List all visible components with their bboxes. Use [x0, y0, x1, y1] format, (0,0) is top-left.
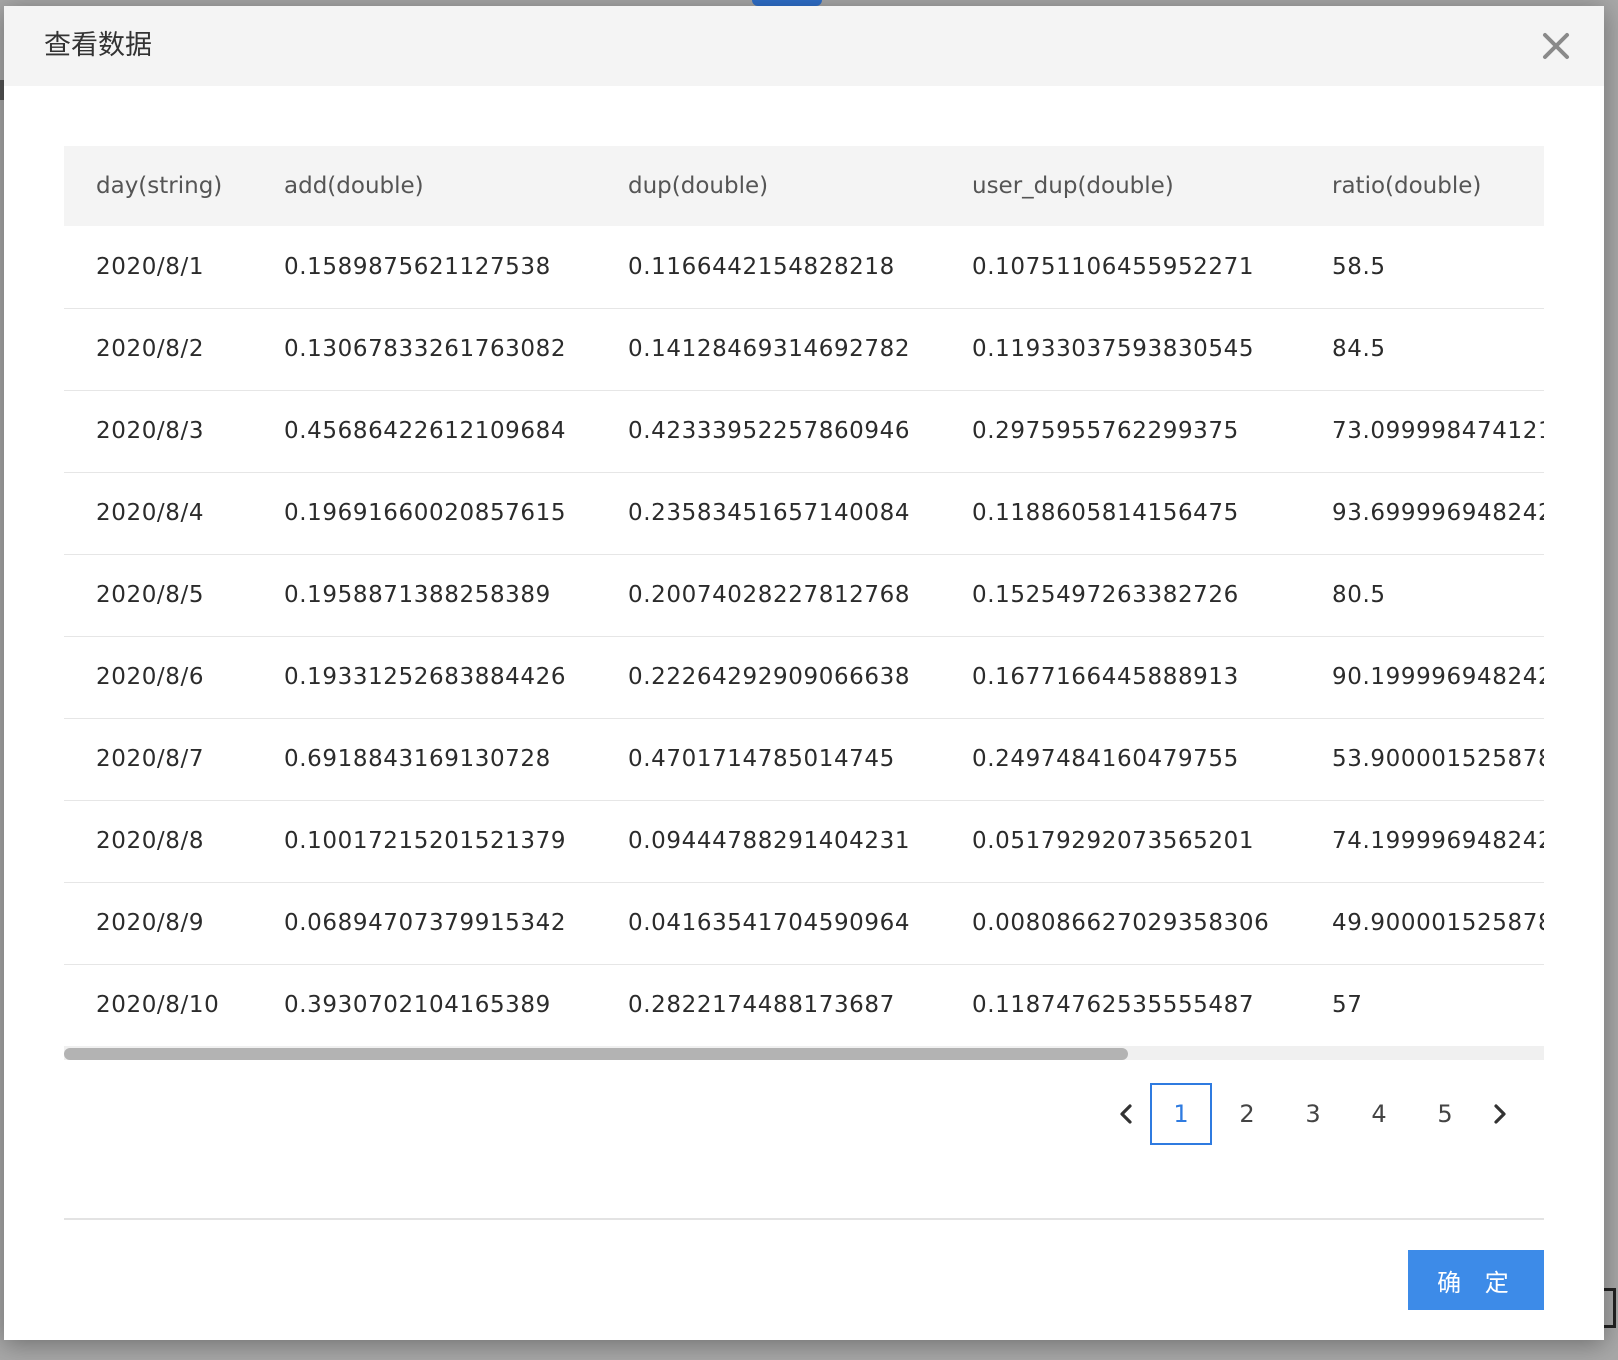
- chevron-left-icon: [1120, 1104, 1132, 1124]
- cell-day: 2020/8/1: [96, 253, 205, 280]
- cell-user-dup: 0.1677166445888913: [972, 664, 1239, 690]
- cell-user-dup: 0.11874762535555487: [972, 992, 1255, 1018]
- column-header-day: day(string): [96, 173, 223, 199]
- column-header-add: add(double): [284, 173, 424, 199]
- cell-dup: 0.22264292909066638: [628, 664, 911, 690]
- pagination: 1 2 3 4 5: [1104, 1082, 1522, 1146]
- cell-add: 0.19331252683884426: [284, 664, 567, 690]
- cell-add: 0.13067833261763082: [284, 336, 567, 362]
- column-header-ratio: ratio(double): [1332, 173, 1482, 199]
- confirm-button[interactable]: 确 定: [1408, 1250, 1544, 1310]
- table-row: 2020/8/1 0.1589875621127538 0.1166442154…: [64, 226, 1544, 308]
- close-button[interactable]: [1538, 28, 1574, 64]
- cell-day: 2020/8/8: [96, 828, 205, 854]
- table-header-row: day(string) add(double) dup(double) user…: [64, 146, 1544, 226]
- cell-dup: 0.04163541704590964: [628, 910, 911, 936]
- cell-day: 2020/8/5: [96, 582, 205, 608]
- cell-day: 2020/8/4: [96, 500, 205, 526]
- cell-dup: 0.4701714785014745: [628, 746, 895, 772]
- cell-ratio: 73.09999847412109: [1332, 418, 1544, 444]
- page-button-4[interactable]: 4: [1348, 1083, 1410, 1145]
- background-bracket: [1603, 1288, 1616, 1328]
- page-button-2[interactable]: 2: [1216, 1083, 1278, 1145]
- cell-user-dup: 0.05179292073565201: [972, 828, 1255, 854]
- page-button-1[interactable]: 1: [1150, 1083, 1212, 1145]
- modal-title: 查看数据: [44, 30, 152, 61]
- cell-ratio: 74.19999694824219: [1332, 828, 1544, 854]
- page-button-5[interactable]: 5: [1414, 1083, 1476, 1145]
- cell-add: 0.1958871388258389: [284, 582, 551, 608]
- cell-day: 2020/8/2: [96, 336, 205, 362]
- cell-dup: 0.23583451657140084: [628, 500, 911, 526]
- view-data-modal: 查看数据 day(string) add(double) dup(double)…: [4, 6, 1604, 1340]
- cell-ratio: 84.5: [1332, 336, 1386, 362]
- cell-user-dup: 0.10751106455952271: [972, 253, 1255, 280]
- table-row: 2020/8/3 0.45686422612109684 0.423339522…: [64, 390, 1544, 472]
- cell-dup: 0.1166442154828218: [628, 253, 895, 280]
- cell-ratio: 57: [1332, 992, 1363, 1018]
- cell-day: 2020/8/6: [96, 664, 205, 690]
- modal-header: 查看数据: [4, 6, 1604, 86]
- cell-add: 0.06894707379915342: [284, 910, 567, 936]
- cell-dup: 0.09444788291404231: [628, 828, 911, 854]
- cell-day: 2020/8/7: [96, 746, 205, 772]
- horizontal-scrollbar-thumb[interactable]: [64, 1048, 1128, 1060]
- cell-user-dup: 0.008086627029358306: [972, 910, 1270, 936]
- table-row: 2020/8/10 0.3930702104165389 0.282217448…: [64, 964, 1544, 1046]
- table-body: 2020/8/1 0.1589875621127538 0.1166442154…: [64, 226, 1544, 1046]
- page-button-3[interactable]: 3: [1282, 1083, 1344, 1145]
- cell-add: 0.45686422612109684: [284, 418, 567, 444]
- table-row: 2020/8/5 0.1958871388258389 0.2007402822…: [64, 554, 1544, 636]
- cell-day: 2020/8/3: [96, 418, 205, 444]
- cell-dup: 0.2822174488173687: [628, 992, 895, 1018]
- cell-user-dup: 0.1525497263382726: [972, 582, 1239, 608]
- cell-ratio: 80.5: [1332, 582, 1386, 608]
- cell-ratio: 58.5: [1332, 253, 1386, 280]
- close-icon: [1543, 33, 1569, 59]
- table-row: 2020/8/6 0.19331252683884426 0.222642929…: [64, 636, 1544, 718]
- next-page-button[interactable]: [1478, 1082, 1522, 1146]
- cell-add: 0.3930702104165389: [284, 992, 551, 1018]
- table-row: 2020/8/2 0.13067833261763082 0.141284693…: [64, 308, 1544, 390]
- cell-ratio: 53.900001525878906: [1332, 746, 1544, 772]
- table-row: 2020/8/9 0.06894707379915342 0.041635417…: [64, 882, 1544, 964]
- cell-add: 0.10017215201521379: [284, 828, 567, 854]
- cell-day: 2020/8/10: [96, 992, 220, 1018]
- cell-dup: 0.42333952257860946: [628, 418, 911, 444]
- cell-ratio: 49.900001525878906: [1332, 910, 1544, 936]
- column-header-dup: dup(double): [628, 173, 769, 199]
- cell-dup: 0.14128469314692782: [628, 336, 911, 362]
- table-header: day(string) add(double) dup(double) user…: [64, 146, 1544, 226]
- prev-page-button[interactable]: [1104, 1082, 1148, 1146]
- cell-add: 0.19691660020857615: [284, 500, 567, 526]
- cell-user-dup: 0.1188605814156475: [972, 500, 1239, 526]
- cell-dup: 0.20074028227812768: [628, 582, 911, 608]
- cell-add: 0.1589875621127538: [284, 253, 551, 280]
- data-table-container[interactable]: day(string) add(double) dup(double) user…: [64, 146, 1544, 1066]
- footer-divider: [64, 1218, 1544, 1220]
- cell-ratio: 93.69999694824219: [1332, 500, 1544, 526]
- chevron-right-icon: [1494, 1104, 1506, 1124]
- cell-user-dup: 0.11933037593830545: [972, 336, 1255, 362]
- cell-day: 2020/8/9: [96, 910, 205, 936]
- cell-user-dup: 0.2497484160479755: [972, 746, 1239, 772]
- column-header-user-dup: user_dup(double): [972, 173, 1174, 199]
- table-row: 2020/8/7 0.6918843169130728 0.4701714785…: [64, 718, 1544, 800]
- cell-user-dup: 0.2975955762299375: [972, 418, 1239, 444]
- data-table: day(string) add(double) dup(double) user…: [64, 146, 1544, 1047]
- table-row: 2020/8/8 0.10017215201521379 0.094447882…: [64, 800, 1544, 882]
- table-row: 2020/8/4 0.19691660020857615 0.235834516…: [64, 472, 1544, 554]
- cell-add: 0.6918843169130728: [284, 746, 551, 772]
- horizontal-scrollbar[interactable]: [64, 1046, 1544, 1060]
- cell-ratio: 90.19999694824219: [1332, 664, 1544, 690]
